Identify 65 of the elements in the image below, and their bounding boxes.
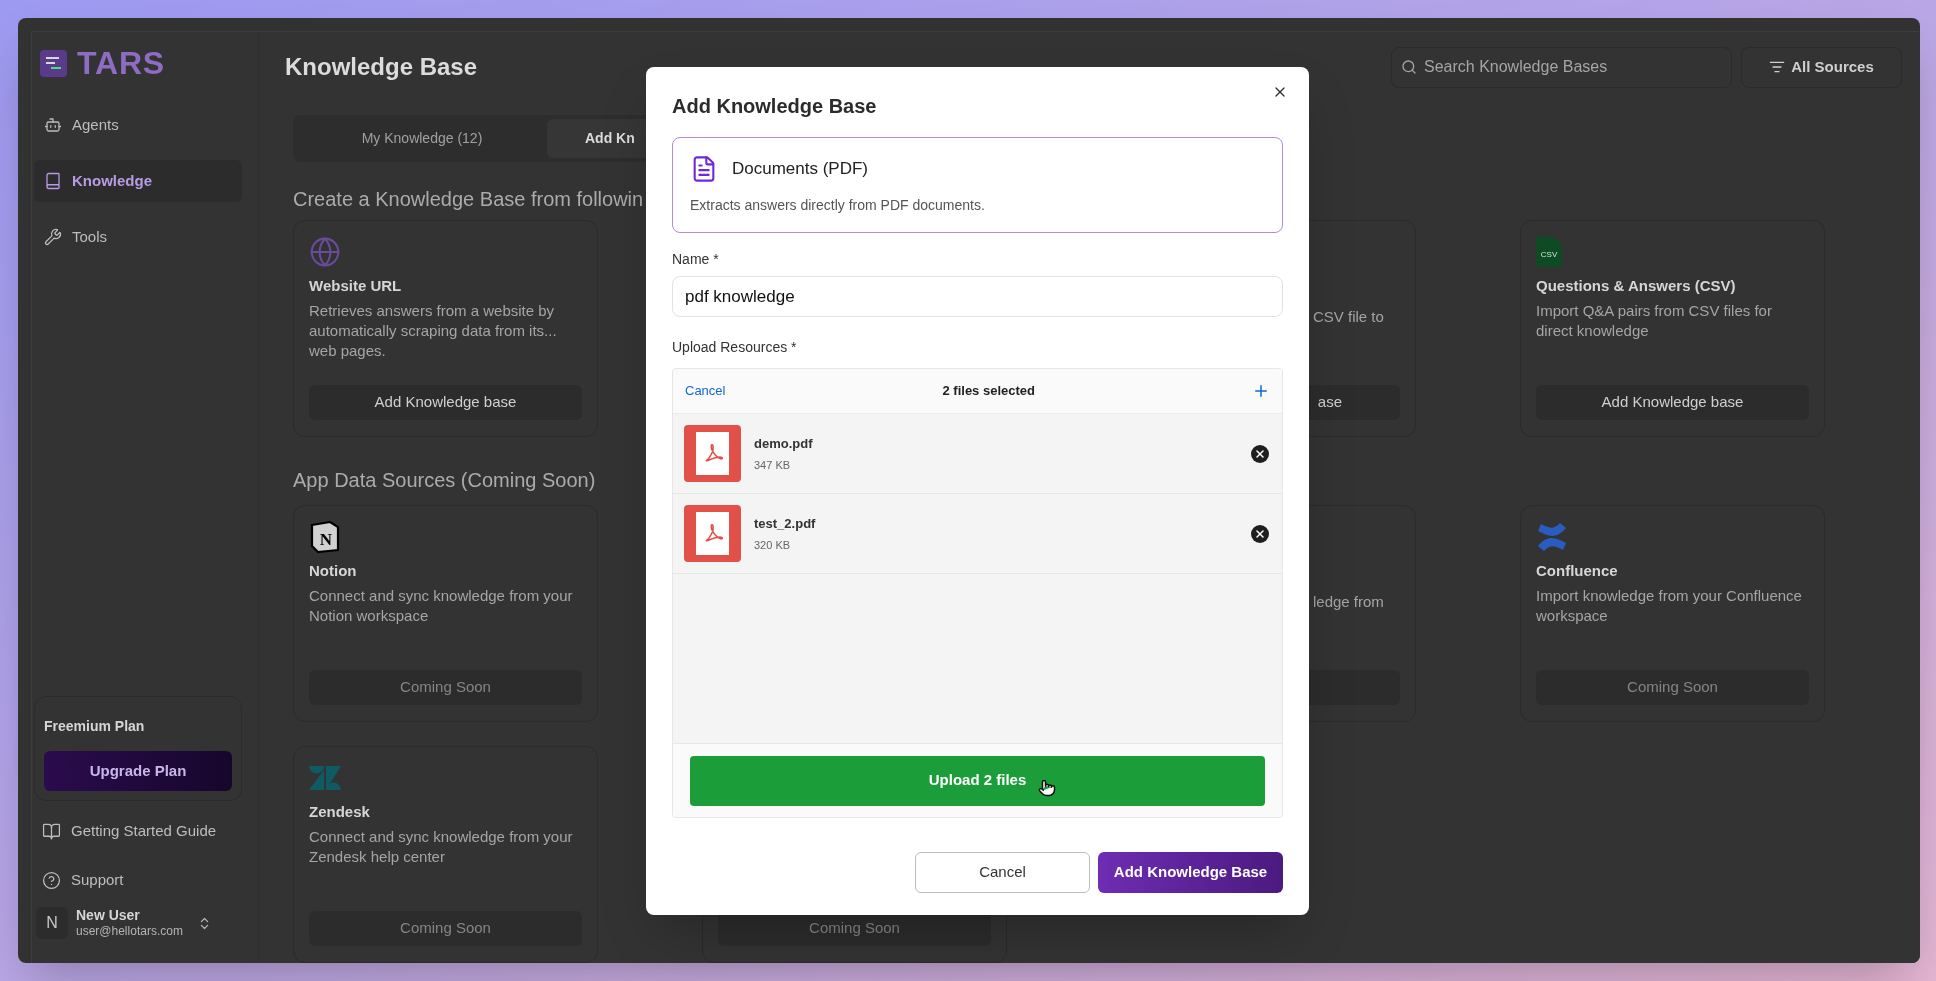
file-size: 347 KB xyxy=(754,457,792,473)
card-description: Import Q&A pairs from CSV files for direct knowledge xyxy=(1536,300,1773,341)
card-description: ledge from xyxy=(1312,592,1385,612)
user-name: New User xyxy=(76,906,141,925)
card-description: CSV file to xyxy=(1312,307,1385,327)
notion-logo-icon: N xyxy=(309,521,341,553)
card-title: Notion xyxy=(309,561,358,581)
submit-button[interactable]: Add Knowledge Base xyxy=(1098,852,1283,893)
card-description: Connect and sync knowledge from your Notion workspace xyxy=(309,585,574,626)
file-name: demo.pdf xyxy=(754,435,814,453)
nav-item[interactable]: Tools xyxy=(34,216,242,258)
user-avatar: N xyxy=(36,907,68,939)
selection-status: 2 files selected xyxy=(941,382,1036,401)
nav-item[interactable]: Knowledge xyxy=(34,160,242,202)
section-heading: App Data Sources (Coming Soon) xyxy=(293,468,596,493)
field-label: Name * xyxy=(672,250,720,269)
card-description: Import knowledge from your Confluence workspace xyxy=(1536,585,1803,626)
logo-text: TARS xyxy=(77,47,165,79)
sidebar-link[interactable]: Support xyxy=(34,860,256,901)
add-icon[interactable] xyxy=(1252,382,1270,400)
wrench-icon xyxy=(44,228,62,246)
card-title: Zendesk xyxy=(309,802,371,822)
robot-icon xyxy=(44,116,62,134)
sidebar-link[interactable]: Getting Started Guide xyxy=(34,811,256,852)
filter-icon xyxy=(1769,59,1786,75)
source-title: Documents (PDF) xyxy=(732,158,869,181)
logo-icon xyxy=(40,49,67,77)
card-title: Confluence xyxy=(1536,561,1619,581)
card-button[interactable]: Add Knowledge base xyxy=(1536,385,1809,420)
nav-item[interactable]: Agents xyxy=(34,104,242,146)
search-field[interactable]: Search Knowledge Bases xyxy=(1391,46,1732,88)
file-name: test_2.pdf xyxy=(754,515,817,533)
field-label: Upload Resources * xyxy=(672,338,798,357)
confluence-logo-icon xyxy=(1536,522,1568,552)
section-heading: Create a Knowledge Base from followin xyxy=(293,187,644,212)
card-description: Connect and sync knowledge from your Zendesk help center xyxy=(309,826,574,867)
upgrade-button[interactable]: Upgrade Plan xyxy=(44,751,232,791)
book-icon xyxy=(44,172,62,190)
hand-cursor-icon xyxy=(1038,777,1056,798)
card-description: Retrieves answers from a website by automatically scraping data from its... web pages. xyxy=(309,300,558,361)
page-title: Knowledge Base xyxy=(285,52,478,82)
open-book-icon xyxy=(42,822,61,841)
cancel-link[interactable]: Cancel xyxy=(685,381,726,401)
file-size: 320 KB xyxy=(754,537,792,553)
remove-icon[interactable] xyxy=(1251,444,1269,463)
plan-title: Freemium Plan xyxy=(44,717,146,736)
name-field[interactable]: pdf knowledge xyxy=(672,276,1283,317)
cancel-button[interactable]: Cancel xyxy=(915,852,1090,893)
csv-file-icon: CSV xyxy=(1536,237,1562,267)
filter-button[interactable]: All Sources xyxy=(1741,46,1902,88)
card-title: Website URL xyxy=(309,276,403,296)
card-button[interactable]: Add Knowledge base xyxy=(309,385,582,420)
remove-icon[interactable] xyxy=(1251,524,1269,543)
globe-icon xyxy=(309,236,341,268)
zendesk-logo-icon xyxy=(309,766,341,790)
source-description: Extracts answers directly from PDF documents. xyxy=(690,196,986,215)
upload-button[interactable]: Upload 2 files xyxy=(690,755,1265,806)
pdf-file-icon xyxy=(684,505,741,562)
help-icon xyxy=(42,871,61,890)
user-menu[interactable]: N New User user@hellotars.com xyxy=(34,903,256,943)
tab[interactable]: My Knowledge (12) xyxy=(297,119,547,158)
pdf-file-icon xyxy=(684,425,741,482)
card-title: Questions & Answers (CSV) xyxy=(1536,276,1737,296)
dialog-title: Add Knowledge Base xyxy=(672,94,878,119)
user-email: user@hellotars.com xyxy=(76,924,183,940)
